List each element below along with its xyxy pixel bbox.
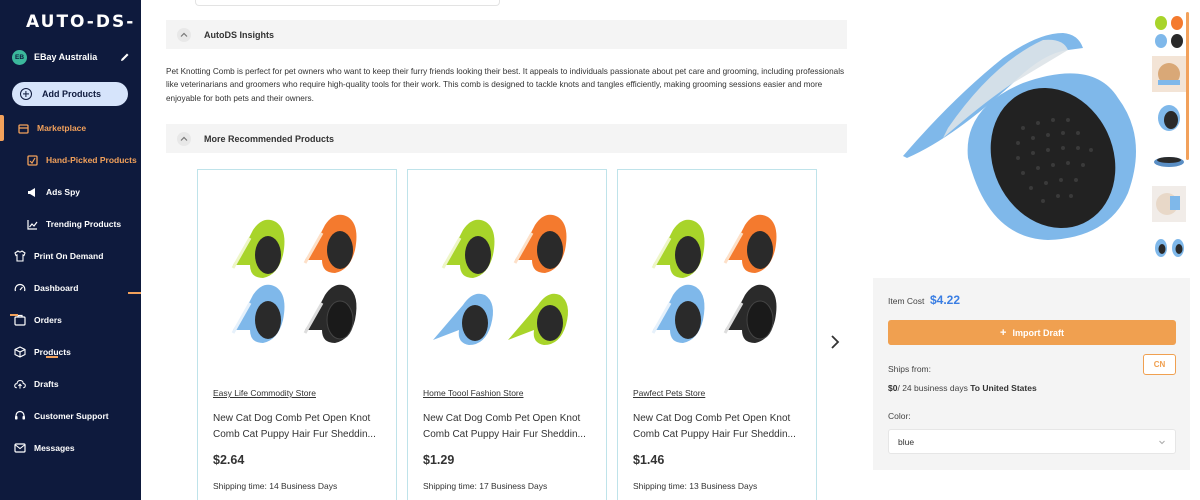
store-link[interactable]: Pawfect Pets Store [633,388,705,398]
chevron-right-icon[interactable] [826,333,844,351]
product-title: New Cat Dog Comb Pet Open Knot Comb Cat … [633,413,796,440]
chevron-up-icon[interactable] [177,27,191,42]
sidebar-item-ads-spy[interactable]: Ads Spy [0,182,141,202]
item-cost-value: $4.22 [930,293,961,307]
account-switcher[interactable]: EB EBay Australia [12,48,130,66]
recommended-heading: More Recommended Products [204,133,335,144]
product-title: New Cat Dog Comb Pet Open Knot Comb Cat … [213,413,376,440]
ships-from-label: Ships from: [888,364,931,374]
sidebar-item-label: Print On Demand [34,251,104,261]
import-draft-button[interactable]: + Import Draft [888,320,1176,345]
sidebar-item-label: Orders [34,315,62,325]
thumbnail-image[interactable] [1152,56,1186,92]
shipping-summary: $0/ 24 business days To United States [888,383,1037,393]
chevron-down-icon [1159,440,1165,445]
product-image [651,214,777,343]
sidebar-item-label: Marketplace [37,123,87,133]
sidebar-item-label: Customer Support [34,411,109,421]
product-price: $1.29 [423,453,455,467]
cloud-upload-icon [14,378,26,390]
product-price: $2.64 [213,453,245,467]
search-field-fragment [195,0,500,6]
add-products-label: Add Products [42,89,102,99]
sidebar: AUTO-DS- EB EBay Australia Add Products … [0,0,141,500]
product-card[interactable]: Pawfect Pets Store New Cat Dog Comb Pet … [617,169,817,500]
main-product-image [903,33,1136,240]
trending-icon [26,218,38,230]
sidebar-item-drafts[interactable]: Drafts [0,374,141,394]
thumbnail-image[interactable] [1152,100,1186,136]
recommended-section-header[interactable]: More Recommended Products [166,124,847,153]
products-marker [46,356,58,358]
shipping-time: Shipping time: 14 Business Days [213,481,338,491]
gauge-icon [14,282,26,294]
sidebar-item-orders[interactable]: Orders [0,310,141,330]
box-icon [14,346,26,358]
product-card[interactable]: Home Toool Fashion Store New Cat Dog Com… [407,169,607,500]
purchase-panel: Item Cost $4.22 + Import Draft Ships fro… [873,278,1190,470]
sidebar-item-products[interactable]: Products [0,342,141,362]
store-link[interactable]: Home Toool Fashion Store [423,388,523,398]
shirt-icon [14,250,26,262]
sidebar-item-print-on-demand[interactable]: Print On Demand [0,246,141,266]
headset-icon [14,410,26,422]
mail-icon [14,442,26,454]
store-link[interactable]: Easy Life Commodity Store [213,388,316,398]
sidebar-item-messages[interactable]: Messages [0,438,141,458]
sidebar-item-hand-picked[interactable]: Hand-Picked Products [0,150,141,170]
sidebar-item-label: Messages [34,443,75,453]
product-image [433,214,568,345]
sidebar-item-label: Drafts [34,379,59,389]
autods-logo[interactable]: AUTO-DS- [26,12,135,32]
color-select[interactable]: blue [888,429,1176,454]
insights-section-header[interactable]: AutoDS Insights [166,20,847,49]
sidebar-item-label: Dashboard [34,283,79,293]
store-icon [17,122,29,134]
plus-icon: + [1000,326,1007,339]
handpicked-icon [26,154,38,166]
avatar: EB [12,49,27,65]
thumbnail-scrollbar[interactable] [1186,12,1189,160]
sidebar-item-label: Trending Products [46,219,122,229]
shipping-destination: To United States [970,383,1037,393]
sidebar-item-marketplace[interactable]: Marketplace [0,118,141,138]
shipping-days: / 24 business days [897,383,968,393]
thumbnail-image[interactable] [1152,230,1186,266]
shipping-time: Shipping time: 13 Business Days [633,481,758,491]
add-products-button[interactable]: Add Products [12,82,128,106]
ships-from-country-button[interactable]: CN [1143,354,1176,375]
insights-text: Pet Knotting Comb is perfect for pet own… [166,67,845,103]
sidebar-item-label: Hand-Picked Products [46,155,137,165]
pencil-icon[interactable] [120,52,130,62]
import-draft-label: Import Draft [1012,327,1064,338]
thumbnail-image[interactable] [1152,14,1186,50]
thumbnail-image[interactable] [1152,186,1186,222]
sidebar-item-dashboard[interactable]: Dashboard [0,278,141,298]
app-root: AUTO-DS- EB EBay Australia Add Products … [0,0,1200,500]
chevron-up-icon[interactable] [177,131,191,146]
megaphone-icon [26,186,38,198]
account-name: EBay Australia [34,52,98,62]
orders-marker [10,314,18,316]
product-title: New Cat Dog Comb Pet Open Knot Comb Cat … [423,413,586,440]
thumbnail-image[interactable] [1152,142,1186,178]
item-cost-label: Item Cost [888,296,925,306]
sidebar-item-label: Ads Spy [46,187,81,197]
shipping-time: Shipping time: 17 Business Days [423,481,548,491]
product-image [231,214,357,343]
color-label: Color: [888,411,911,421]
color-select-value: blue [898,436,915,447]
sidebar-item-trending[interactable]: Trending Products [0,214,141,234]
product-price: $1.46 [633,453,665,467]
insights-heading: AutoDS Insights [204,29,274,40]
collapse-marker [128,292,141,294]
product-card[interactable]: Easy Life Commodity Store New Cat Dog Co… [197,169,397,500]
sidebar-item-customer-support[interactable]: Customer Support [0,406,141,426]
plus-circle-icon [20,88,32,100]
